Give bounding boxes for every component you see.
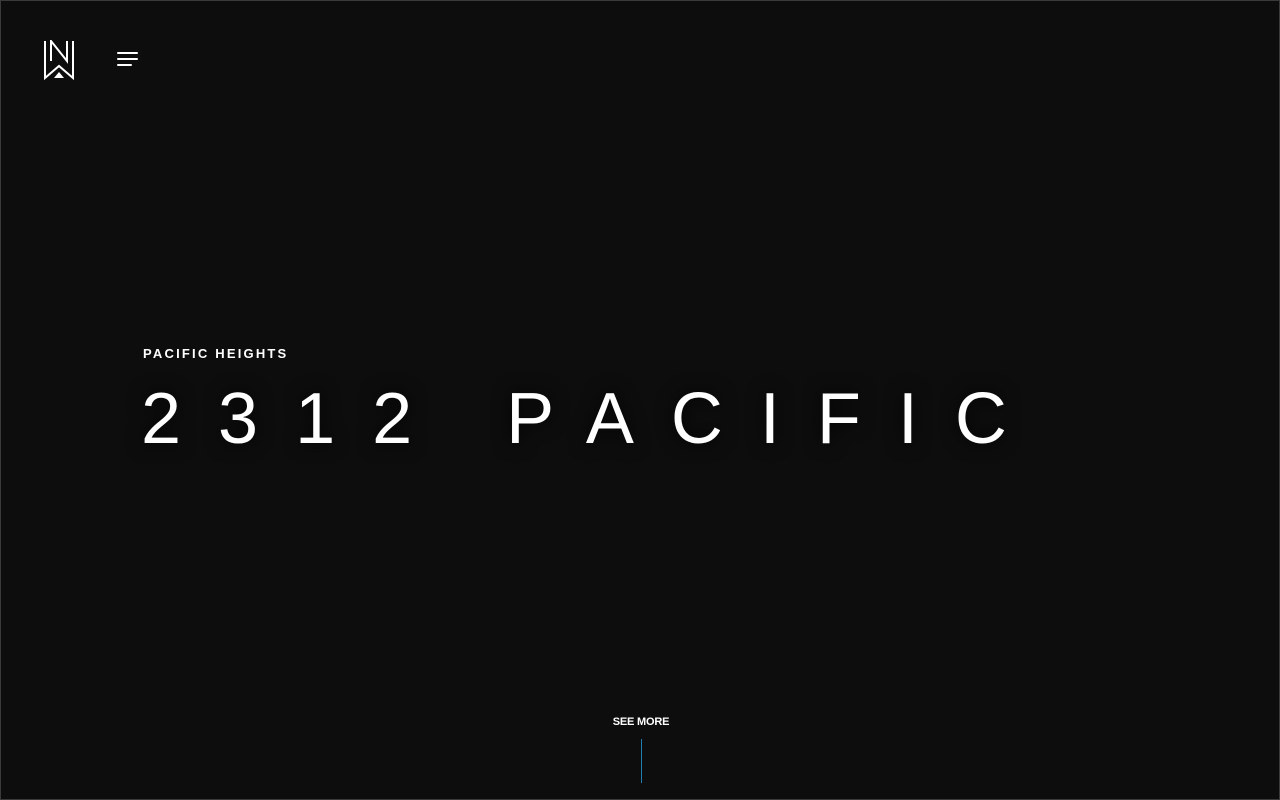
menu-line — [117, 58, 138, 60]
hero-title: 2312 PACIFIC — [141, 379, 1044, 459]
hamburger-menu-button[interactable] — [114, 49, 142, 71]
menu-line — [117, 64, 132, 66]
menu-line — [117, 52, 138, 54]
page-frame: PACIFIC HEIGHTS 2312 PACIFIC SEE MORE — [0, 0, 1280, 800]
nw-logo-icon[interactable] — [43, 38, 75, 81]
see-more-link[interactable]: SEE MORE — [541, 716, 741, 728]
hero-subtitle: PACIFIC HEIGHTS — [143, 346, 289, 361]
scroll-indicator-line — [641, 739, 642, 783]
